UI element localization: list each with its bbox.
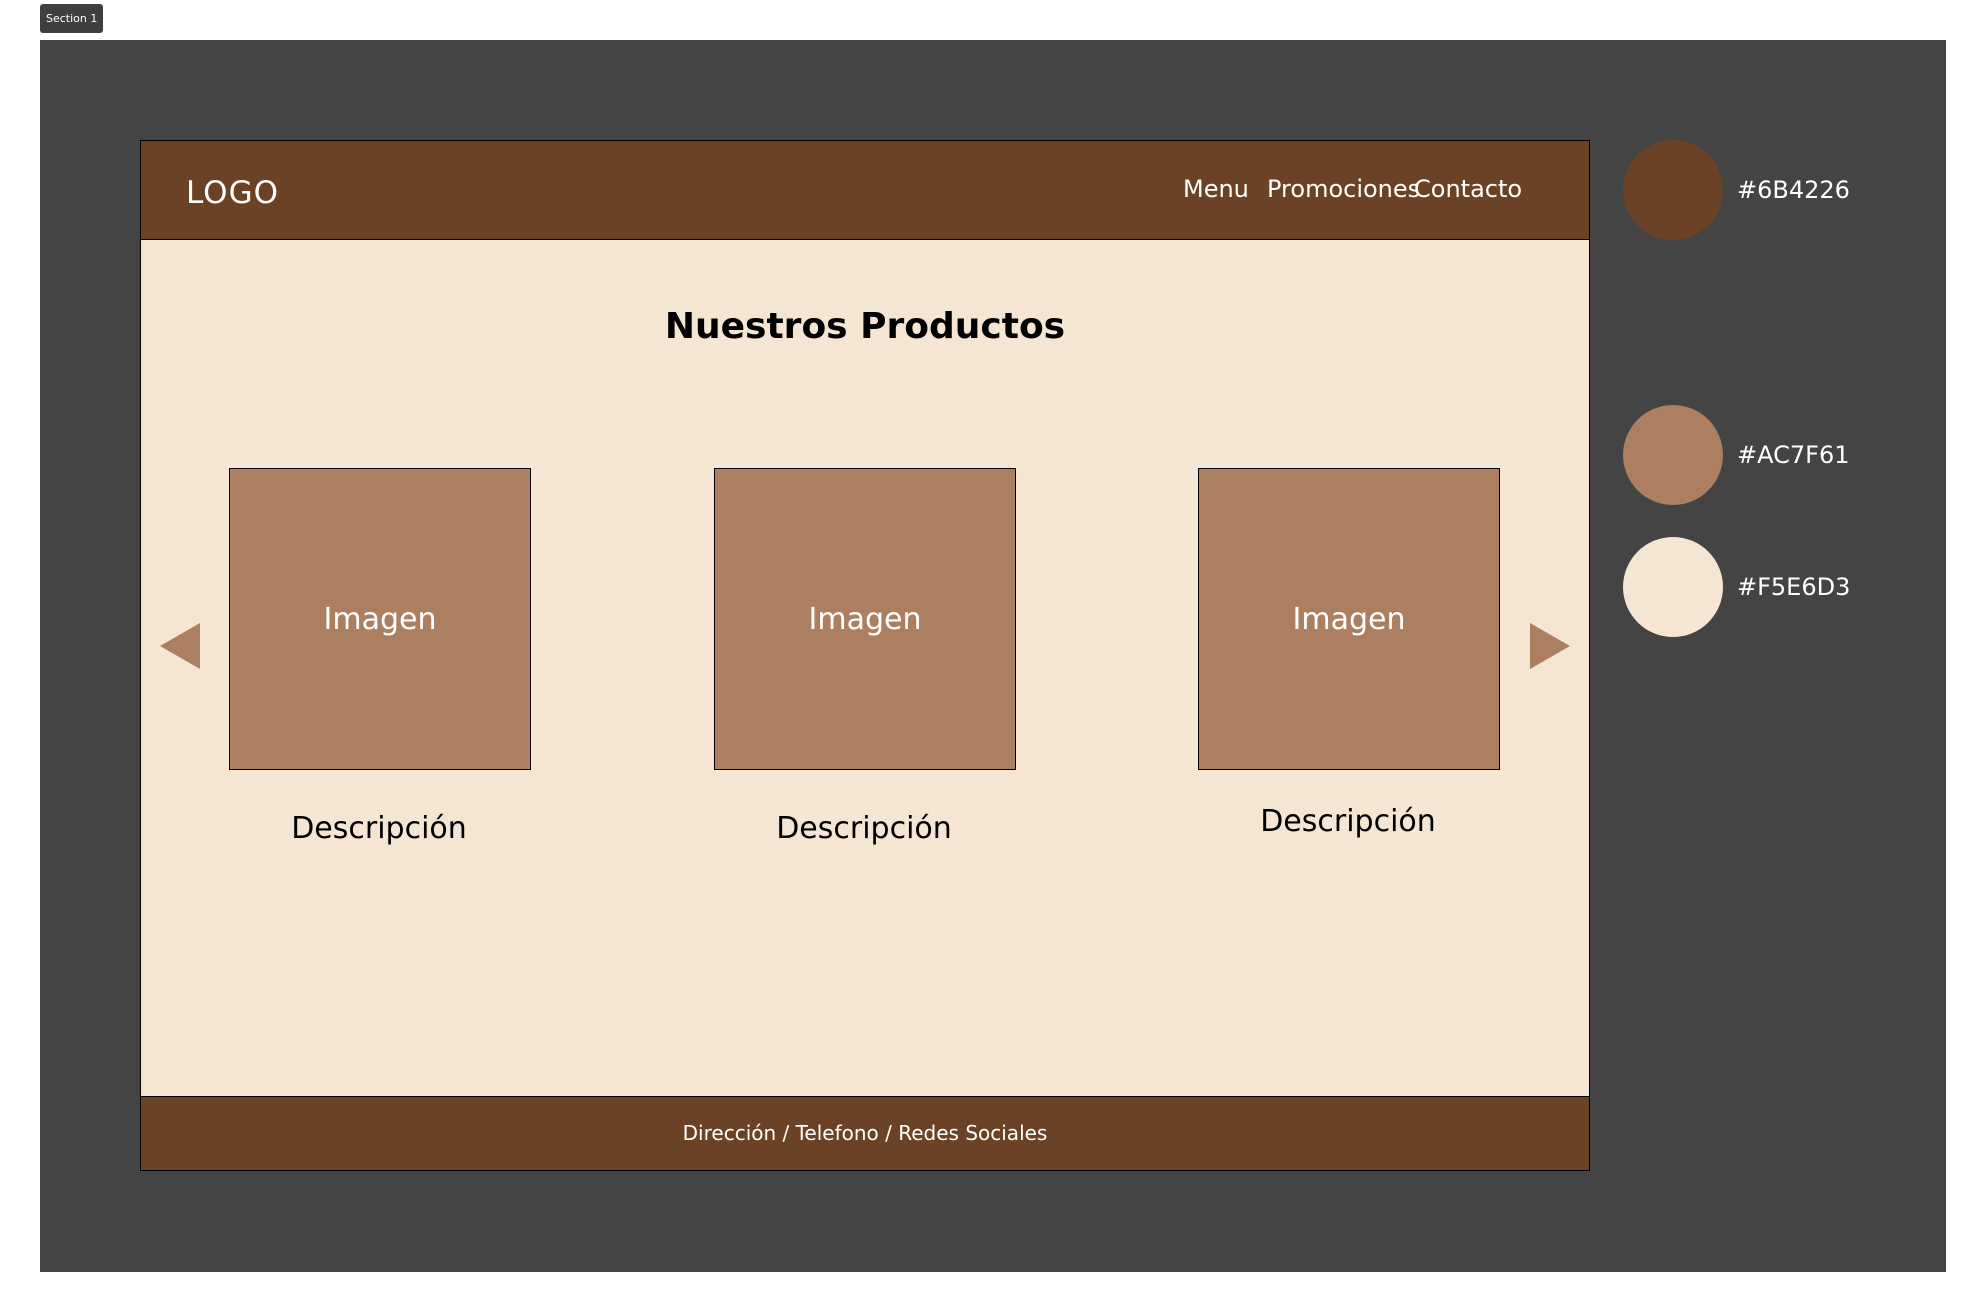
nav-item-contacto[interactable]: Contacto [1414,175,1522,203]
color-swatch-dark-brown[interactable] [1623,140,1723,240]
next-arrow-icon[interactable] [1530,623,1570,669]
section-label[interactable]: Section 1 [40,4,104,33]
color-swatch-light-brown[interactable] [1623,405,1723,505]
product-description: Descripción [291,811,467,846]
section-frame: LOGO Menu Promociones Contacto Nuestros … [40,40,1946,1272]
site-header: LOGO Menu Promociones Contacto [141,141,1589,240]
nav-item-promociones[interactable]: Promociones [1267,175,1420,203]
site-footer: Dirección / Telefono / Redes Sociales [141,1096,1589,1170]
nav-item-menu[interactable]: Menu [1183,175,1249,203]
product-image[interactable]: Imagen [1198,468,1500,770]
product-description: Descripción [776,811,952,846]
color-swatch-cream[interactable] [1623,537,1723,637]
product-image[interactable]: Imagen [714,468,1016,770]
website-mockup: LOGO Menu Promociones Contacto Nuestros … [140,140,1590,1171]
product-description: Descripción [1260,804,1436,839]
product-image[interactable]: Imagen [229,468,531,770]
logo[interactable]: LOGO [186,175,279,211]
section-title: Nuestros Productos [664,306,1066,347]
color-hex-label: #AC7F61 [1737,441,1850,469]
prev-arrow-icon[interactable] [160,623,200,669]
color-hex-label: #F5E6D3 [1737,573,1851,601]
color-hex-label: #6B4226 [1737,176,1850,204]
